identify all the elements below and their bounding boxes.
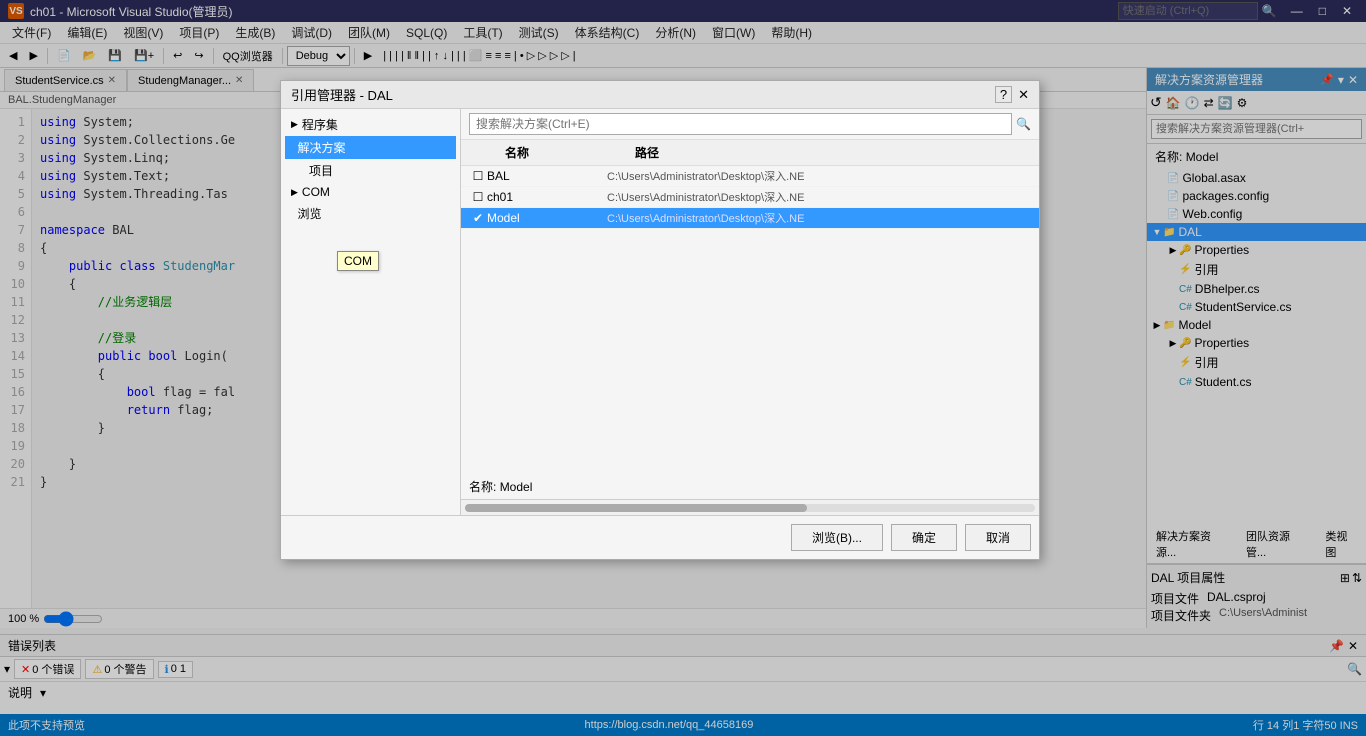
check-col <box>469 144 505 161</box>
modal-header-controls[interactable]: ? ✕ <box>995 86 1029 103</box>
modal-name-display: 名称: Model <box>461 474 1039 499</box>
ref-name-bal: BAL <box>487 169 607 183</box>
checkbox-bal[interactable]: ☐ <box>469 169 487 183</box>
modal-overlay: 引用管理器 - DAL ? ✕ ▶ 程序集 解决方案 项目 <box>0 0 1366 736</box>
nav-label: 解决方案 <box>298 139 346 156</box>
modal-title-text: 引用管理器 - DAL <box>291 85 393 104</box>
modal-close-button[interactable]: ✕ <box>1018 87 1029 103</box>
ref-row-ch01[interactable]: ☐ ch01 C:\Users\Administrator\Desktop\深入… <box>461 187 1039 208</box>
modal-nav-projects[interactable]: 项目 <box>285 159 456 182</box>
modal-name-label: 名称: <box>469 480 496 494</box>
scrollbar-thumb[interactable] <box>465 504 807 512</box>
modal-left-nav: ▶ 程序集 解决方案 项目 ▶ COM 浏览 <box>281 109 461 515</box>
arrow-icon: ▶ <box>291 187 298 198</box>
nav-label: 程序集 <box>302 116 338 133</box>
checkbox-model[interactable]: ✔ <box>469 211 487 225</box>
name-col-header: 名称 <box>505 144 635 161</box>
arrow-icon: ▶ <box>291 119 298 130</box>
ok-button[interactable]: 确定 <box>891 524 957 551</box>
cancel-button[interactable]: 取消 <box>965 524 1031 551</box>
com-tooltip: COM <box>337 251 379 271</box>
checkbox-ch01[interactable]: ☐ <box>469 190 487 204</box>
browse-button[interactable]: 浏览(B)... <box>791 524 883 551</box>
modal-nav-solution[interactable]: 解决方案 <box>285 136 456 159</box>
modal-right-content: 🔍 名称 路径 ☐ BAL C:\Users\Administrator\Des… <box>461 109 1039 515</box>
reference-manager-dialog: 引用管理器 - DAL ? ✕ ▶ 程序集 解决方案 项目 <box>280 80 1040 560</box>
modal-name-value: Model <box>500 480 533 494</box>
ref-path-ch01: C:\Users\Administrator\Desktop\深入.NE <box>607 189 1031 205</box>
modal-footer: 浏览(B)... 确定 取消 <box>281 515 1039 559</box>
modal-body: ▶ 程序集 解决方案 项目 ▶ COM 浏览 <box>281 109 1039 515</box>
path-col-header: 路径 <box>635 144 659 161</box>
ref-row-bal[interactable]: ☐ BAL C:\Users\Administrator\Desktop\深入.… <box>461 166 1039 187</box>
ref-path-model: C:\Users\Administrator\Desktop\深入.NE <box>607 210 1031 226</box>
modal-columns: 名称 路径 <box>461 140 1039 166</box>
tooltip-text: COM <box>344 254 372 268</box>
modal-help-button[interactable]: ? <box>995 86 1012 103</box>
scrollbar-track[interactable] <box>465 504 1035 512</box>
ref-name-model: Model <box>487 211 607 225</box>
ref-name-ch01: ch01 <box>487 190 607 204</box>
modal-scrollbar[interactable] <box>461 499 1039 515</box>
modal-search-input[interactable] <box>469 113 1012 135</box>
ref-path-bal: C:\Users\Administrator\Desktop\深入.NE <box>607 168 1031 184</box>
modal-rows: ☐ BAL C:\Users\Administrator\Desktop\深入.… <box>461 166 1039 474</box>
arrow-icon <box>291 143 294 153</box>
modal-nav-browse[interactable]: 浏览 <box>285 202 456 225</box>
nav-label: COM <box>302 185 330 199</box>
ref-row-model[interactable]: ✔ Model C:\Users\Administrator\Desktop\深… <box>461 208 1039 229</box>
modal-nav-assemblies[interactable]: ▶ 程序集 <box>285 113 456 136</box>
nav-label: 浏览 <box>298 205 322 222</box>
modal-search-bar[interactable]: 🔍 <box>461 109 1039 140</box>
nav-label: 项目 <box>309 162 333 179</box>
modal-search-icon[interactable]: 🔍 <box>1016 117 1031 131</box>
modal-nav-com[interactable]: ▶ COM <box>285 182 456 202</box>
modal-title-bar: 引用管理器 - DAL ? ✕ <box>281 81 1039 109</box>
arrow-icon <box>291 209 294 219</box>
